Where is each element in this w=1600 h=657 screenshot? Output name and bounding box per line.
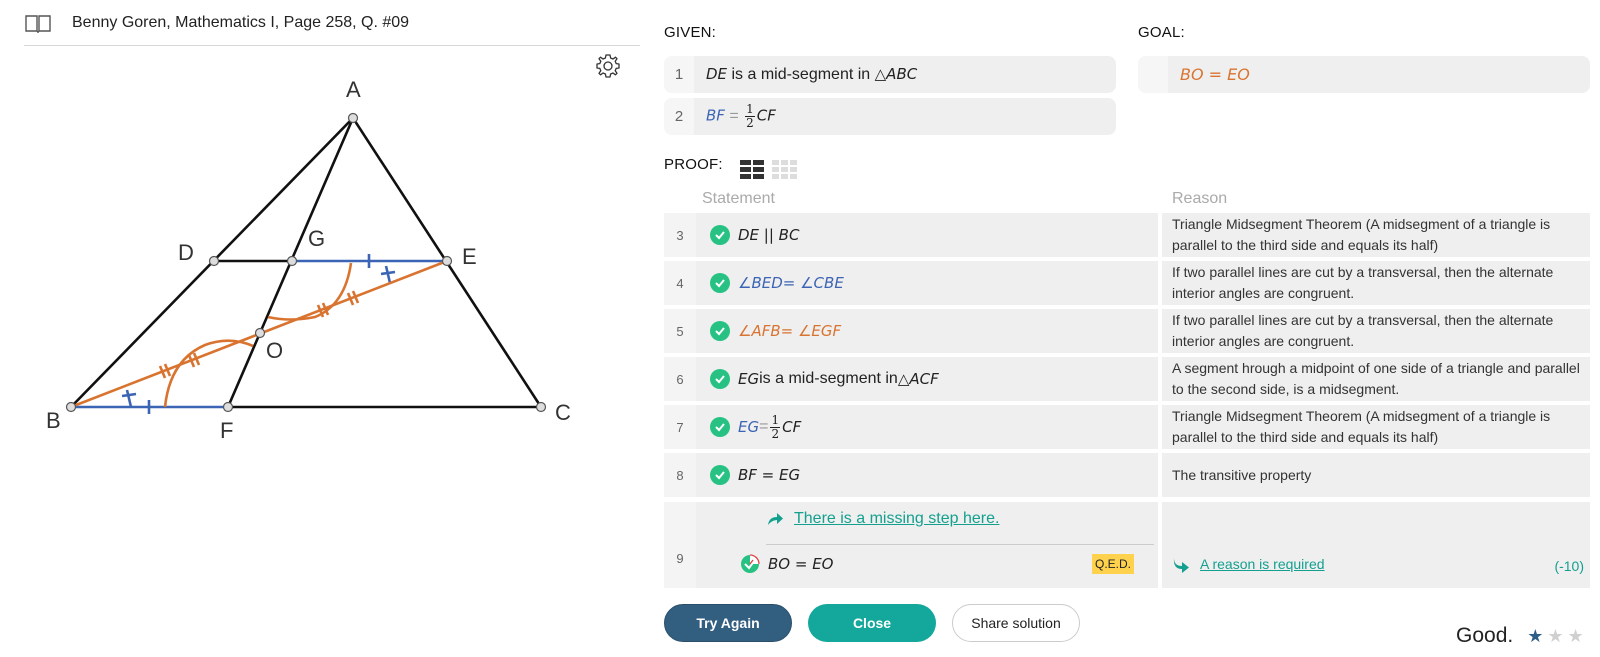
rating-text: Good. — [1456, 624, 1514, 647]
row-number: 8 — [664, 453, 696, 497]
proof-row[interactable]: 5 ∠AFB= ∠EGF If two parallel lines are c… — [664, 309, 1590, 353]
two-column-grid-icon[interactable] — [740, 160, 764, 179]
check-icon — [710, 417, 730, 437]
check-icon — [710, 321, 730, 341]
given-number: 2 — [664, 98, 694, 135]
point-o — [254, 327, 266, 339]
proof-label: PROOF: — [664, 156, 723, 173]
row-number: 5 — [664, 309, 696, 353]
proof-row[interactable]: 9 There is a missing step here. BO = EO … — [664, 502, 1590, 588]
star-empty-icon: ★ — [1567, 625, 1584, 646]
check-icon — [710, 465, 730, 485]
fraction: 12 — [745, 102, 755, 130]
point-c — [535, 401, 547, 413]
goal-label: GOAL: — [1138, 24, 1185, 41]
fraction: 12 — [770, 412, 781, 441]
statement-cell[interactable]: EG is a mid-segment in △ACF — [696, 357, 1158, 401]
row-number: 9 — [664, 502, 696, 588]
angle-arc-g — [267, 262, 353, 321]
row-number: 7 — [664, 405, 696, 449]
check-icon — [710, 369, 730, 389]
label-g: G — [308, 226, 325, 251]
partial-check-icon — [740, 554, 760, 574]
return-arrow-icon — [1173, 557, 1189, 573]
given-label: GIVEN: — [664, 24, 717, 41]
row-number: 3 — [664, 213, 696, 257]
proof-row[interactable]: 3 DE || BC Triangle Midsegment Theorem (… — [664, 213, 1590, 257]
point-e — [441, 255, 453, 267]
row-number: 4 — [664, 261, 696, 305]
goal-item: BO = EO — [1138, 56, 1590, 93]
reason-cell[interactable]: A reason is required (-10) — [1162, 502, 1590, 588]
given-text: BF = 1 2 CF — [706, 102, 776, 130]
label-f: F — [220, 418, 233, 443]
book-icon — [25, 14, 51, 33]
proof-row[interactable]: 7 EG = 1 2 CF Triangle Midsegment Theorem … — [664, 405, 1590, 449]
label-d: D — [178, 240, 194, 265]
statement-cell[interactable]: ∠BED= ∠CBE — [696, 261, 1158, 305]
statement-cell[interactable]: EG = 1 2 CF — [696, 405, 1158, 449]
angle-mark-b — [125, 389, 133, 408]
header: Benny Goren, Mathematics I, Page 258, Q.… — [24, 0, 640, 46]
given-item[interactable]: 1 DE is a mid-segment in △ABC — [664, 56, 1116, 93]
check-icon — [710, 273, 730, 293]
reason-required-link[interactable]: A reason is required — [1172, 554, 1325, 575]
problem-title: Benny Goren, Mathematics I, Page 258, Q.… — [72, 13, 410, 31]
point-b — [65, 401, 77, 413]
proof-row[interactable]: 8 BF = EG The transitive property — [664, 453, 1590, 497]
row-number: 6 — [664, 357, 696, 401]
check-icon — [710, 225, 730, 245]
qed-badge: Q.E.D. — [1091, 554, 1134, 574]
share-solution-button[interactable]: Share solution — [952, 604, 1080, 642]
separator — [766, 544, 1154, 545]
penalty-points: (-10) — [1554, 558, 1584, 574]
rating: Good. ★ ★ ★ — [1456, 624, 1588, 648]
star-empty-icon: ★ — [1547, 625, 1564, 646]
reason-cell[interactable]: If two parallel lines are cut by a trans… — [1162, 261, 1590, 305]
statement-cell[interactable]: BF = EG — [696, 453, 1158, 497]
reason-cell[interactable]: A segment hrough a midpoint of one side … — [1162, 357, 1590, 401]
reason-header: Reason — [1172, 190, 1228, 207]
reason-cell[interactable]: The transitive property — [1162, 453, 1590, 497]
label-b: B — [46, 408, 61, 433]
reason-cell[interactable]: Triangle Midsegment Theorem (A midsegmen… — [1162, 405, 1590, 449]
given-item[interactable]: 2 BF = 1 2 CF — [664, 98, 1116, 135]
point-d — [208, 255, 220, 267]
reason-cell[interactable]: Triangle Midsegment Theorem (A midsegmen… — [1162, 213, 1590, 257]
point-a — [347, 112, 359, 124]
angle-arc-f — [163, 339, 254, 408]
label-a: A — [346, 77, 361, 102]
proof-row[interactable]: 6 EG is a mid-segment in △ACF A segment … — [664, 357, 1590, 401]
point-f — [222, 401, 234, 413]
three-column-grid-icon[interactable] — [772, 160, 797, 179]
proof-view-toggle — [740, 160, 797, 179]
close-button[interactable]: Close — [808, 604, 936, 642]
goal-text: BO = EO — [1180, 65, 1250, 84]
point-g — [286, 255, 298, 267]
given-number: 1 — [664, 56, 694, 93]
missing-step-link[interactable]: There is a missing step here. — [766, 510, 999, 528]
statement-cell[interactable]: ∠AFB= ∠EGF — [696, 309, 1158, 353]
forward-arrow-icon — [768, 513, 783, 525]
star-filled-icon: ★ — [1527, 625, 1544, 646]
reason-cell[interactable]: If two parallel lines are cut by a trans… — [1162, 309, 1590, 353]
label-o: O — [266, 338, 283, 363]
star-rating: ★ ★ ★ — [1527, 626, 1587, 647]
label-c: C — [555, 400, 571, 425]
proof-row[interactable]: 4 ∠BED= ∠CBE If two parallel lines are c… — [664, 261, 1590, 305]
statement-cell[interactable]: There is a missing step here. BO = EO Q.… — [696, 502, 1158, 588]
try-again-button[interactable]: Try Again — [664, 604, 792, 642]
given-text: DE is a mid-segment in △ABC — [706, 65, 918, 83]
statement-header: Statement — [702, 190, 775, 207]
geometry-diagram: A B C D E F G O — [46, 77, 571, 443]
statement-cell[interactable]: DE || BC — [696, 213, 1158, 257]
diagram-panel: Benny Goren, Mathematics I, Page 258, Q.… — [0, 0, 640, 657]
label-e: E — [462, 244, 477, 269]
